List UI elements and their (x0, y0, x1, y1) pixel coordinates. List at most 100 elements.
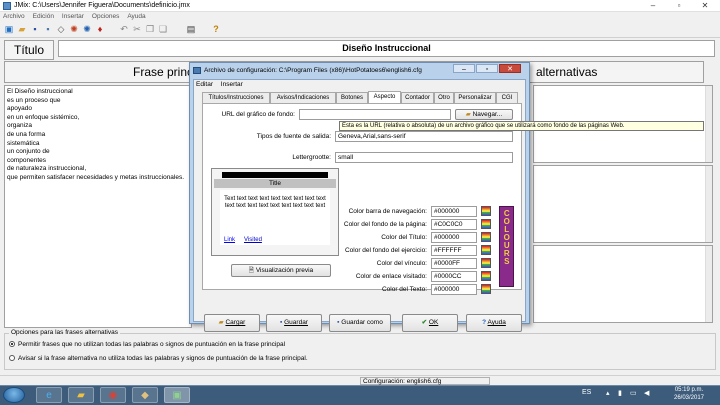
window-title: JMix: C:\Users\Jennifer Figuera\Document… (14, 2, 190, 9)
network-icon[interactable]: ▮ (618, 389, 622, 397)
alternative-2-textarea[interactable] (533, 165, 713, 243)
color-input-2[interactable]: #000000 (431, 232, 477, 243)
tab-titulos[interactable]: Títulos/Instrucciones (202, 92, 270, 103)
open-folder-icon[interactable]: ▰ (16, 23, 28, 35)
menu-opciones[interactable]: Opciones (92, 13, 119, 20)
line: es un proceso que (7, 96, 61, 104)
title-button[interactable]: Título (4, 40, 54, 60)
radio-on-icon[interactable] (9, 341, 15, 348)
menu-edicion[interactable]: Edición (33, 13, 54, 20)
tab-aspecto[interactable]: Aspecto (368, 91, 401, 103)
color-input-5[interactable]: #0000CC (431, 271, 477, 282)
url-input[interactable] (299, 109, 451, 120)
ie-icon[interactable]: e (36, 387, 62, 403)
new-file-icon[interactable]: ▣ (3, 23, 15, 35)
jmix-icon[interactable]: ▣ (164, 387, 190, 403)
start-button[interactable] (3, 387, 25, 403)
color-picker-icon[interactable] (481, 206, 491, 216)
tab-contador[interactable]: Contador (401, 92, 434, 103)
tag-icon[interactable]: ◇ (55, 23, 67, 35)
help-button[interactable]: ? Ayuda (466, 314, 522, 332)
title-input[interactable]: Diseño Instruccional (58, 40, 715, 57)
dialog-titlebar: Archivo de configuración: C:\Program Fil… (190, 63, 529, 78)
option-permitir[interactable]: Permitir frases que no utilizan todas la… (9, 341, 285, 348)
language-indicator[interactable]: ES (582, 389, 591, 396)
color-picker-icon[interactable] (481, 284, 491, 294)
chrome-icon[interactable]: ◉ (100, 387, 126, 403)
preview-visited: Visited (244, 237, 262, 243)
scrollbar[interactable] (705, 86, 712, 162)
dialog-menu-editar[interactable]: Editar (196, 81, 213, 88)
dialog-menu-insertar[interactable]: Insertar (221, 81, 243, 88)
option-permitir-label: Permitir frases que no utilizan todas la… (18, 341, 286, 348)
undo-icon[interactable]: ↶ (118, 23, 130, 35)
dialog-close-button[interactable]: ✕ (499, 64, 521, 73)
web2-icon[interactable]: ✺ (81, 23, 93, 35)
save-as-icon[interactable]: ▪ (42, 23, 54, 35)
color-input-3[interactable]: #FFFFFF (431, 245, 477, 256)
clock[interactable]: 05:19 p.m. 26/03/2017 (662, 386, 716, 402)
main-sentence-textarea[interactable]: El Diseño instruccional es un proceso qu… (4, 85, 192, 328)
option-avisar-label: Avisar si la frase alternativa no utiliz… (18, 355, 308, 362)
web-icon[interactable]: ✺ (68, 23, 80, 35)
minimize-button[interactable]: – (640, 0, 666, 12)
preview-icon: 🗎 (248, 267, 255, 274)
save-as-button[interactable]: ▪ Guardar como (329, 314, 391, 332)
line: que permiten satisfacer necesidades y me… (7, 173, 185, 181)
dialog-tabs: Títulos/Instrucciones Avisos/Indicacione… (202, 91, 522, 103)
color-picker-icon[interactable] (481, 232, 491, 242)
alternative-3-textarea[interactable] (533, 245, 713, 323)
tab-botones[interactable]: Botones (336, 92, 368, 103)
ok-button[interactable]: ✔ OK (402, 314, 458, 332)
browse-button[interactable]: ▰ Navegar... (455, 109, 513, 120)
tab-cgi[interactable]: CGI (496, 92, 518, 103)
color-label-2: Color del Título: (381, 234, 427, 241)
close-button[interactable]: ✕ (692, 0, 718, 12)
tray-arrow-icon[interactable]: ▴ (606, 389, 610, 397)
color-label-4: Color del vínculo: (376, 260, 427, 267)
tab-avisos[interactable]: Avisos/Indicaciones (270, 92, 336, 103)
tab-otro[interactable]: Otro (434, 92, 454, 103)
save-button[interactable]: ▪ Guardar (266, 314, 322, 332)
color-picker-icon[interactable] (481, 245, 491, 255)
color-input-6[interactable]: #000000 (431, 284, 477, 295)
battery-icon[interactable]: ▭ (630, 389, 637, 397)
url-label: URL del gráfico de fondo: (221, 111, 295, 118)
flag-icon[interactable]: ♦ (94, 23, 106, 35)
color-picker-icon[interactable] (481, 258, 491, 268)
help-label: Ayuda (487, 319, 506, 326)
paste-icon[interactable]: ❏ (157, 23, 169, 35)
load-button[interactable]: ▰ Cargar (204, 314, 260, 332)
dialog-icon (193, 67, 201, 74)
menu-insertar[interactable]: Insertar (62, 13, 84, 20)
menu-ayuda[interactable]: Ayuda (127, 13, 145, 20)
cut-icon[interactable]: ✂ (131, 23, 143, 35)
color-picker-icon[interactable] (481, 219, 491, 229)
volume-icon[interactable]: ◀ (644, 389, 649, 397)
maximize-button[interactable]: ▫ (666, 0, 692, 12)
option-avisar[interactable]: Avisar si la frase alternativa no utiliz… (9, 355, 308, 362)
color-input-4[interactable]: #0000FF (431, 258, 477, 269)
font-input[interactable]: Geneva,Arial,sans-serif (335, 131, 513, 142)
load-label: Cargar (225, 319, 246, 326)
radio-off-icon[interactable] (9, 355, 15, 362)
dialog-maximize-button[interactable]: ▫ (476, 64, 498, 73)
scrollbar[interactable] (705, 166, 712, 242)
save-label: Guardar (284, 319, 308, 326)
tab-personalizar[interactable]: Personalizar (454, 92, 496, 103)
color-picker-icon[interactable] (481, 271, 491, 281)
explorer-icon[interactable]: ▰ (68, 387, 94, 403)
open-folder-icon: ▰ (218, 319, 224, 326)
size-input[interactable]: small (335, 152, 513, 163)
dialog-minimize-button[interactable]: – (453, 64, 475, 73)
scrollbar[interactable] (705, 246, 712, 322)
copy-icon[interactable]: ❐ (144, 23, 156, 35)
menu-archivo[interactable]: Archivo (3, 13, 25, 20)
save-icon[interactable]: ▪ (29, 23, 41, 35)
hotpotatoes-icon[interactable]: ◆ (132, 387, 158, 403)
help-icon[interactable]: ? (210, 23, 222, 35)
options-group: Opciones para las frases alternativas Pe… (4, 329, 716, 370)
color-input-1[interactable]: #C0C0C0 (431, 219, 477, 230)
color-input-0[interactable]: #000000 (431, 206, 477, 217)
config-icon[interactable]: ▤ (185, 23, 197, 35)
